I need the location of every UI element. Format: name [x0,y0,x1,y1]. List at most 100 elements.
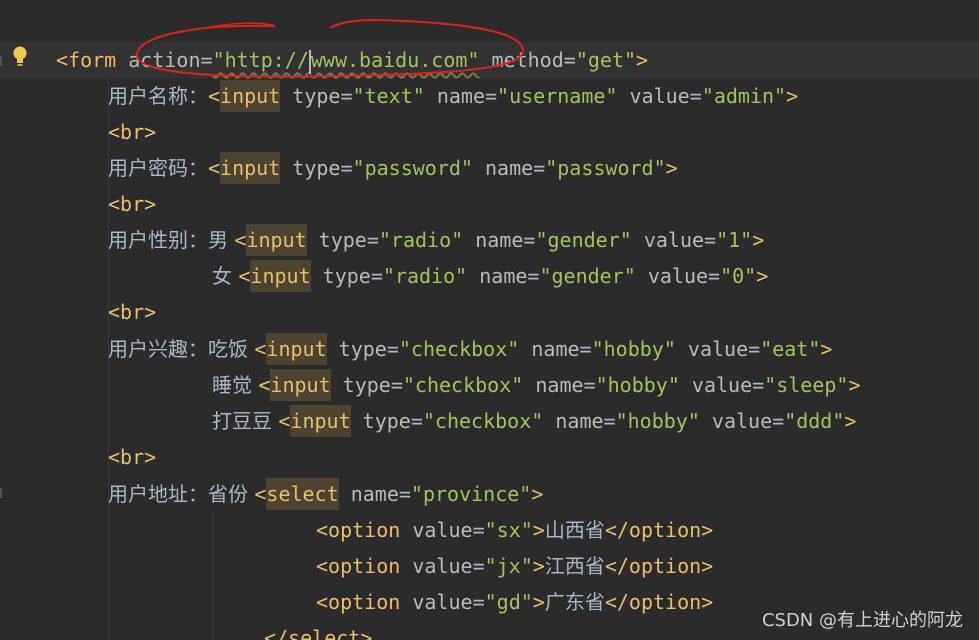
br-tag: <br> [108,445,157,469]
tag-close: > [848,373,861,397]
name-value: "gender" [535,228,632,252]
type-value: "radio" [378,228,464,252]
code-line-14[interactable]: <option value="sx">山西省</option> [316,512,713,548]
type-value: "radio" [382,264,468,288]
value-attr: value [412,518,473,542]
name-value: "gender" [539,264,636,288]
name-value: "password" [545,156,666,180]
tag-close: > [820,337,833,361]
tag-bracket: < [258,373,271,397]
code-line-12[interactable]: <br> [108,439,156,475]
value-attr: value [643,228,705,252]
input-tag: input [290,405,351,437]
name-value: "hobby" [615,409,700,433]
fold-marker[interactable] [0,56,2,66]
equals-sign: = [563,48,576,72]
type-attr: type [338,337,387,361]
value-value: "1" [716,228,753,252]
option-text: 男 [208,228,235,252]
type-attr: type [292,84,341,108]
tag-close: > [532,554,545,578]
editor-gutter [0,0,40,640]
indent-guide [212,512,213,640]
option-label: 山西省 [544,518,605,542]
code-line-15[interactable]: <option value="jx">江西省</option> [316,548,713,584]
label-text: 用户地址： [108,482,208,506]
value-value: "admin" [701,84,787,108]
code-line-4[interactable]: 用户密码：<input type="password" name="passwo… [108,150,678,186]
tag-bracket: < [234,228,247,252]
name-value: "hobby" [595,373,680,397]
input-tag: input [246,224,307,256]
code-line-6[interactable]: 用户性别：男 <input type="radio" name="gender"… [108,222,764,258]
code-line-3[interactable]: <br> [108,114,156,150]
red-circle-annotation [135,18,525,78]
option-tag-open: <option [316,518,401,542]
fold-marker[interactable] [0,488,2,498]
label-text: 用户名称： [108,84,208,108]
br-tag: <br> [108,192,157,216]
type-attr: type [322,264,371,288]
code-line-16[interactable]: <option value="gd">广东省</option> [316,584,713,620]
type-attr: type [362,409,411,433]
tag-close: > [636,48,649,72]
tag-close: > [786,84,799,108]
lightbulb-icon[interactable] [12,45,28,69]
tag-bracket: < [254,482,267,506]
value-attr: value [647,264,709,288]
code-line-9[interactable]: 用户兴趣：吃饭 <input type="checkbox" name="hob… [108,331,832,367]
input-tag: input [250,260,311,292]
option-tag-open: <option [316,590,401,614]
select-tag: select [266,478,339,510]
code-line-11[interactable]: 打豆豆 <input type="checkbox" name="hobby" … [212,403,856,439]
option-label: 江西省 [544,554,605,578]
method-value: "get" [575,48,637,72]
name-attr: name [350,482,399,506]
type-value: "password" [352,156,473,180]
value-value: "0" [720,264,757,288]
tag-close: > [531,482,544,506]
value-attr: value [629,84,690,108]
tag-bracket: < [208,156,221,180]
type-value: "text" [352,84,425,108]
input-tag: input [220,80,281,112]
value-attr: value [412,590,473,614]
tag-bracket: < [238,264,251,288]
code-line-7[interactable]: 女 <input type="radio" name="gender" valu… [212,258,768,294]
option-text: 女 [212,264,239,288]
input-tag: input [270,369,331,401]
value-attr: value [687,337,749,361]
value-attr: value [691,373,753,397]
code-line-10[interactable]: 睡觉 <input type="checkbox" name="hobby" v… [212,367,861,403]
option-tag-open: <option [316,554,401,578]
label-text: 用户兴趣： [108,337,208,361]
code-editor[interactable]: <form action="http://www.baidu.com" meth… [0,0,979,640]
type-attr: type [342,373,391,397]
type-attr: type [318,228,367,252]
br-tag: <br> [108,300,157,324]
value-attr: value [711,409,773,433]
code-line-17[interactable]: </select> [264,620,372,640]
name-attr: name [479,264,528,288]
tag-close: > [532,518,545,542]
code-line-13[interactable]: 用户地址：省份 <select name="province"> [108,476,543,512]
value-value: "eat" [760,337,821,361]
tag-close: > [752,228,765,252]
type-attr: type [292,156,341,180]
label-text: 用户密码： [108,156,208,180]
br-tag: <br> [108,120,157,144]
name-attr: name [531,337,580,361]
option-text: 省份 [208,482,255,506]
tag-close: > [756,264,769,288]
type-value: "checkbox" [422,409,544,433]
form-tag-open: <form [56,48,117,72]
value-value: "sx" [484,518,533,542]
name-value: "province" [410,482,532,506]
value-attr: value [412,554,473,578]
name-attr: name [535,373,584,397]
label-text: 用户性别： [108,228,208,252]
code-line-5[interactable]: <br> [108,186,156,222]
option-text: 打豆豆 [212,409,279,433]
value-value: "ddd" [784,409,845,433]
code-line-8[interactable]: <br> [108,294,156,330]
